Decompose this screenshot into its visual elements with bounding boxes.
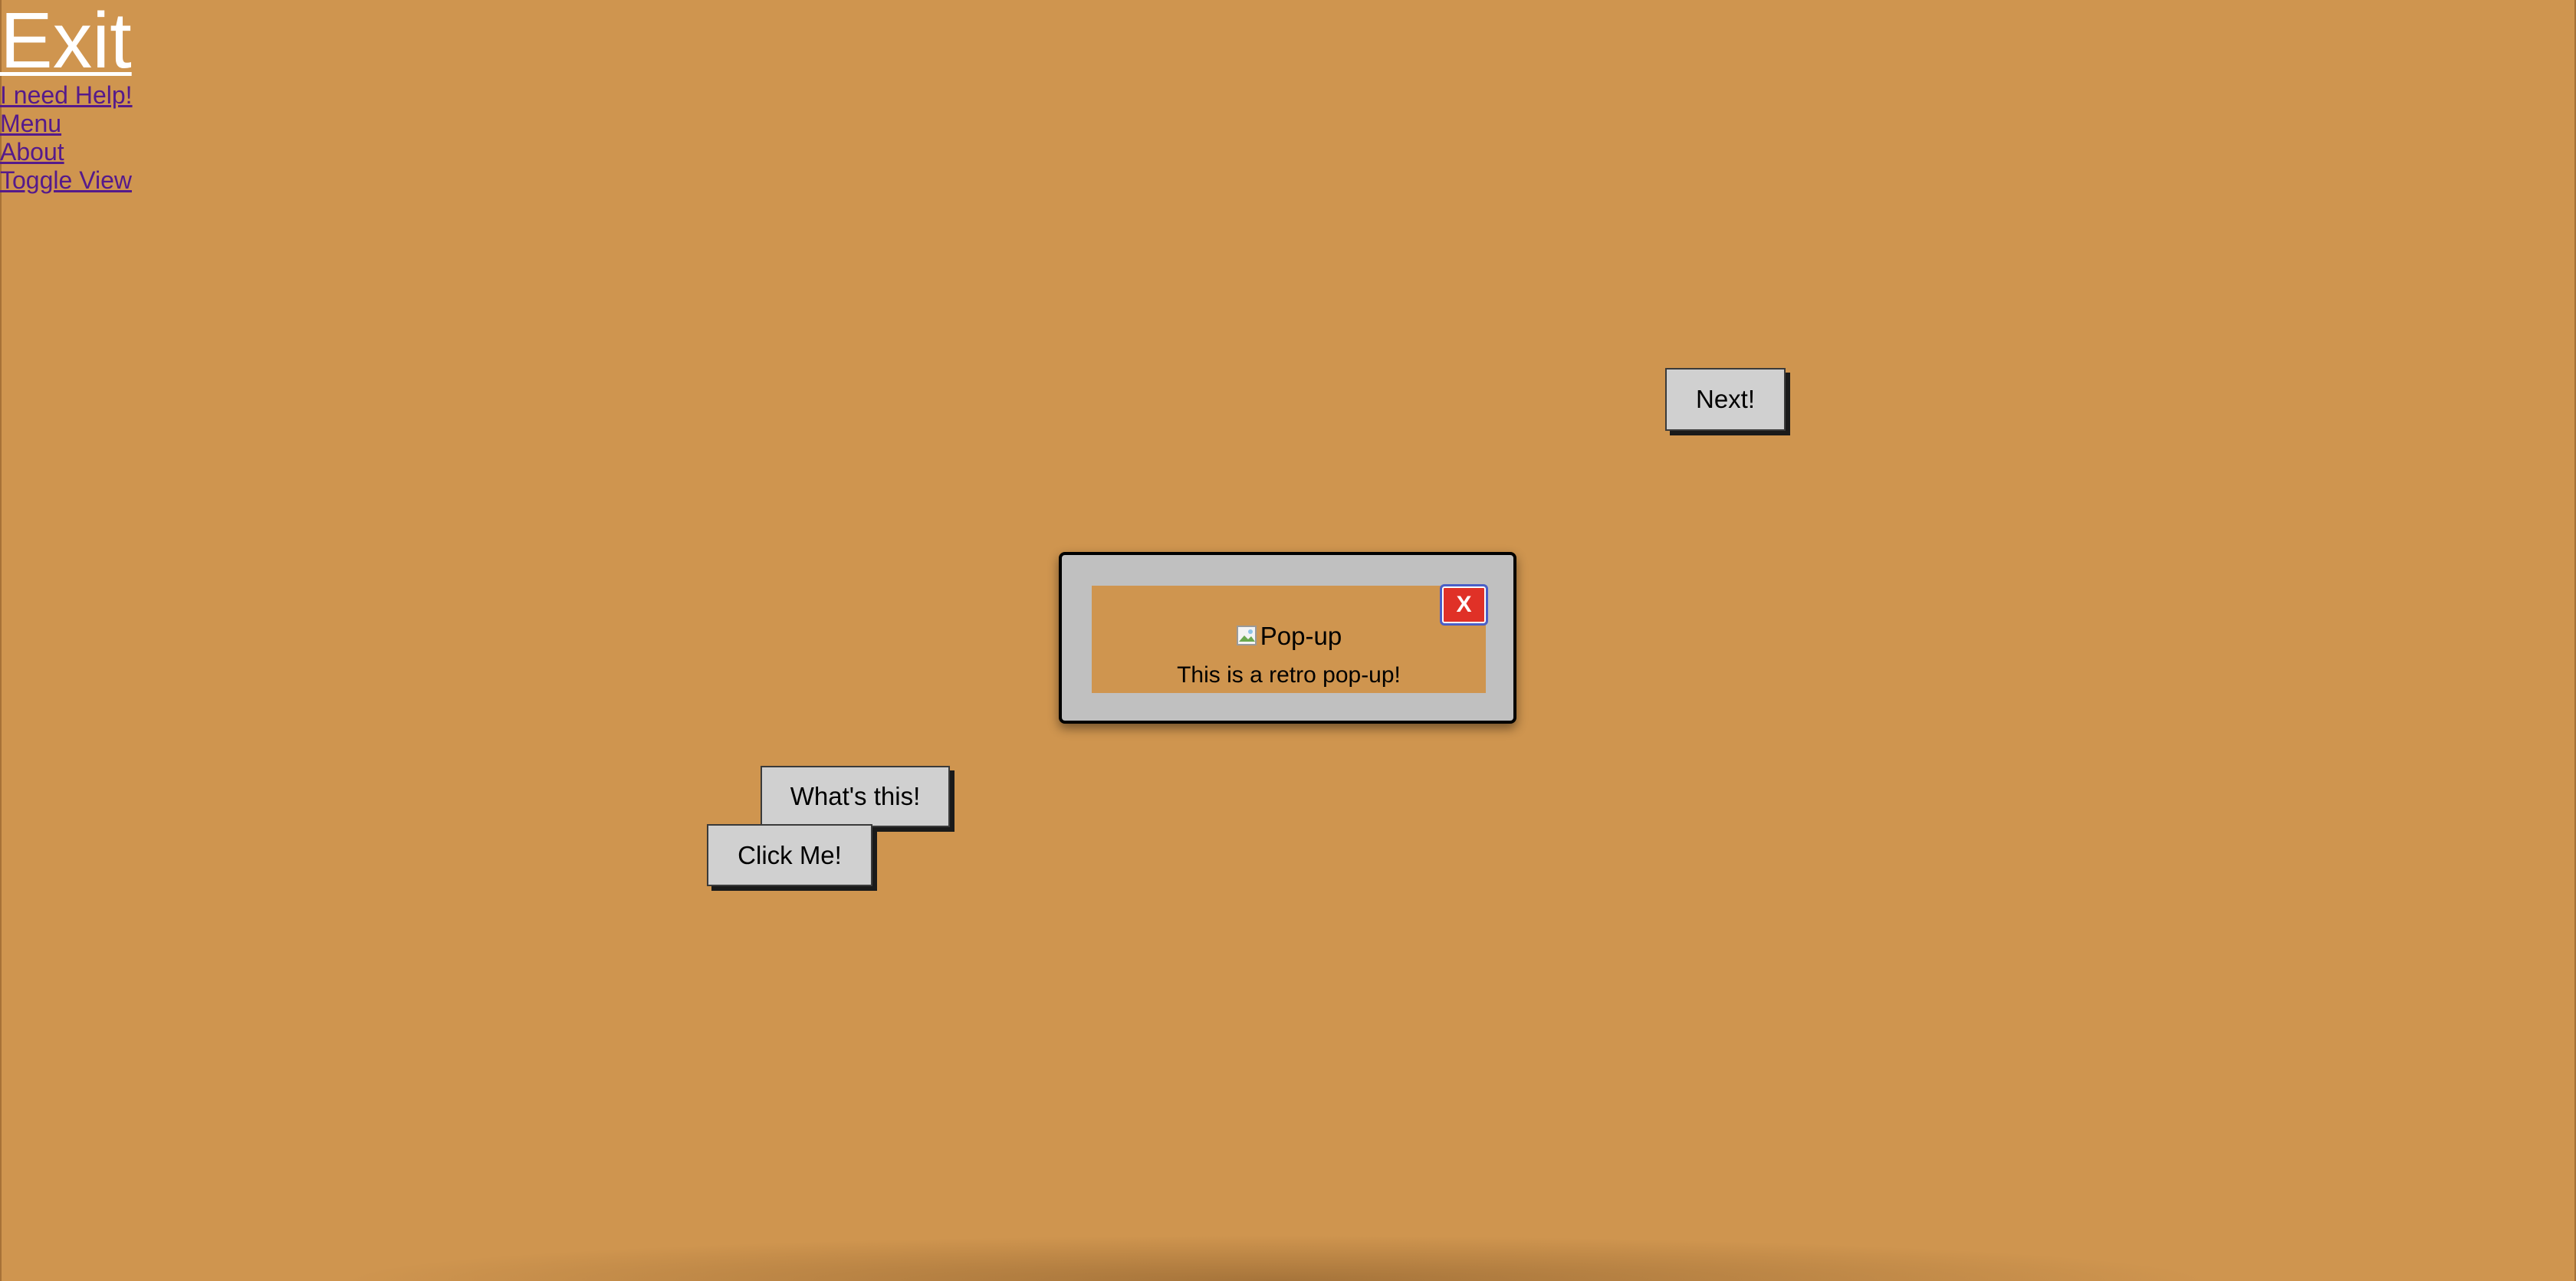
about-link[interactable]: About — [0, 138, 133, 166]
bottom-shadow — [337, 1235, 2216, 1281]
whats-this-button[interactable]: What's this! — [761, 766, 950, 827]
broken-image-icon — [1236, 625, 1259, 648]
popup-image: Pop-up — [1236, 621, 1342, 652]
popup-image-alt: Pop-up — [1260, 622, 1342, 650]
popup-message: This is a retro pop-up! — [1177, 662, 1401, 688]
toggle-view-link[interactable]: Toggle View — [0, 166, 133, 195]
next-button[interactable]: Next! — [1665, 368, 1786, 431]
help-link[interactable]: I need Help! — [0, 81, 133, 110]
click-me-button[interactable]: Click Me! — [707, 824, 872, 886]
popup-content: Pop-up This is a retro pop-up! — [1092, 586, 1486, 693]
exit-link[interactable]: Exit — [0, 0, 132, 81]
menu-link[interactable]: Menu — [0, 110, 133, 138]
nav-links: I need Help! Menu About Toggle View — [0, 81, 133, 195]
close-button[interactable]: X — [1440, 584, 1488, 626]
retro-popup: Pop-up This is a retro pop-up! X — [1059, 552, 1516, 724]
